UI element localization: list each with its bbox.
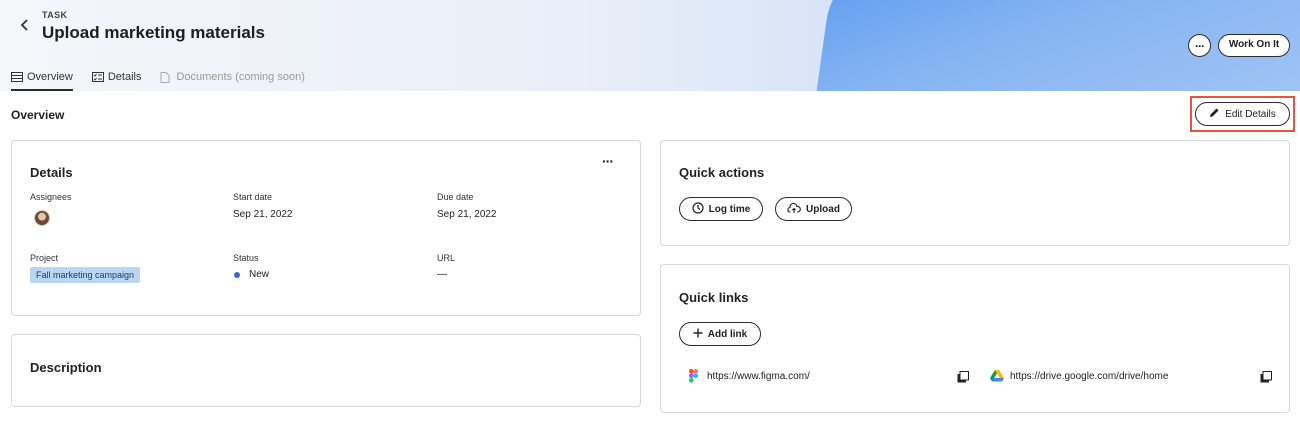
tab-documents: Documents (coming soon) bbox=[160, 62, 323, 91]
page-header: TASK Upload marketing materials Overview… bbox=[0, 0, 1300, 91]
description-card: Description bbox=[11, 334, 641, 407]
clock-icon bbox=[692, 201, 704, 217]
google-drive-icon bbox=[990, 369, 1004, 387]
log-time-button[interactable]: Log time bbox=[679, 197, 763, 221]
upload-button[interactable]: Upload bbox=[775, 197, 852, 221]
start-date-value: Sep 21, 2022 bbox=[233, 209, 293, 220]
assignees-label: Assignees bbox=[30, 192, 72, 202]
start-date-label: Start date bbox=[233, 192, 273, 202]
quick-links-card: Quick links Add link https://www.figma.c… bbox=[660, 264, 1290, 413]
page-eyebrow: TASK bbox=[42, 10, 68, 20]
quick-actions-title: Quick actions bbox=[679, 165, 765, 180]
tab-label: Documents (coming soon) bbox=[176, 70, 305, 83]
add-link-button[interactable]: Add link bbox=[679, 322, 761, 346]
more-icon[interactable]: ··· bbox=[602, 153, 614, 169]
edit-details-button[interactable]: Edit Details bbox=[1195, 102, 1290, 126]
tab-bar: Overview Details Documents (coming soon) bbox=[11, 62, 324, 91]
due-date-value: Sep 21, 2022 bbox=[437, 209, 497, 220]
edit-details-label: Edit Details bbox=[1225, 108, 1276, 120]
cloud-upload-icon bbox=[787, 202, 801, 217]
log-time-label: Log time bbox=[708, 203, 751, 215]
work-on-it-button[interactable]: Work On It bbox=[1218, 34, 1290, 57]
details-title: Details bbox=[30, 165, 73, 180]
google-drive-link[interactable]: https://drive.google.com/drive/home bbox=[1010, 371, 1168, 382]
description-title: Description bbox=[30, 360, 102, 375]
avatar[interactable] bbox=[34, 210, 50, 226]
status-value: New bbox=[249, 269, 270, 280]
section-title: Overview bbox=[11, 108, 65, 122]
more-actions-button[interactable]: ··· bbox=[1188, 34, 1211, 57]
figma-icon bbox=[689, 369, 698, 388]
tab-label: Details bbox=[107, 70, 142, 83]
tab-details[interactable]: Details bbox=[91, 62, 161, 91]
checklist-icon bbox=[91, 71, 104, 82]
upload-label: Upload bbox=[806, 203, 840, 215]
tab-overview[interactable]: Overview bbox=[11, 62, 92, 91]
list-icon bbox=[11, 71, 23, 82]
copy-link-icon[interactable] bbox=[957, 370, 969, 383]
back-arrow-icon[interactable] bbox=[16, 18, 34, 36]
status-dot bbox=[234, 272, 240, 278]
quick-links-title: Quick links bbox=[679, 290, 749, 305]
tab-label: Overview bbox=[27, 70, 73, 83]
due-date-label: Due date bbox=[437, 192, 474, 202]
pencil-icon bbox=[1209, 107, 1220, 121]
figma-link[interactable]: https://www.figma.com/ bbox=[707, 371, 810, 382]
copy-link-icon[interactable] bbox=[1260, 370, 1272, 383]
details-card: Details ··· Assignees Start date Sep 21,… bbox=[11, 140, 641, 316]
project-label: Project bbox=[30, 253, 59, 263]
page-title: Upload marketing materials bbox=[42, 23, 265, 42]
add-link-label: Add link bbox=[707, 328, 748, 340]
project-tag[interactable]: Fall marketing campaign bbox=[30, 267, 141, 283]
quick-actions-card: Quick actions Log time Upload bbox=[660, 140, 1290, 246]
status-label: Status bbox=[233, 253, 259, 263]
url-value: — bbox=[437, 269, 447, 280]
document-icon bbox=[160, 71, 172, 83]
plus-icon bbox=[693, 328, 703, 341]
url-label: URL bbox=[437, 253, 456, 263]
